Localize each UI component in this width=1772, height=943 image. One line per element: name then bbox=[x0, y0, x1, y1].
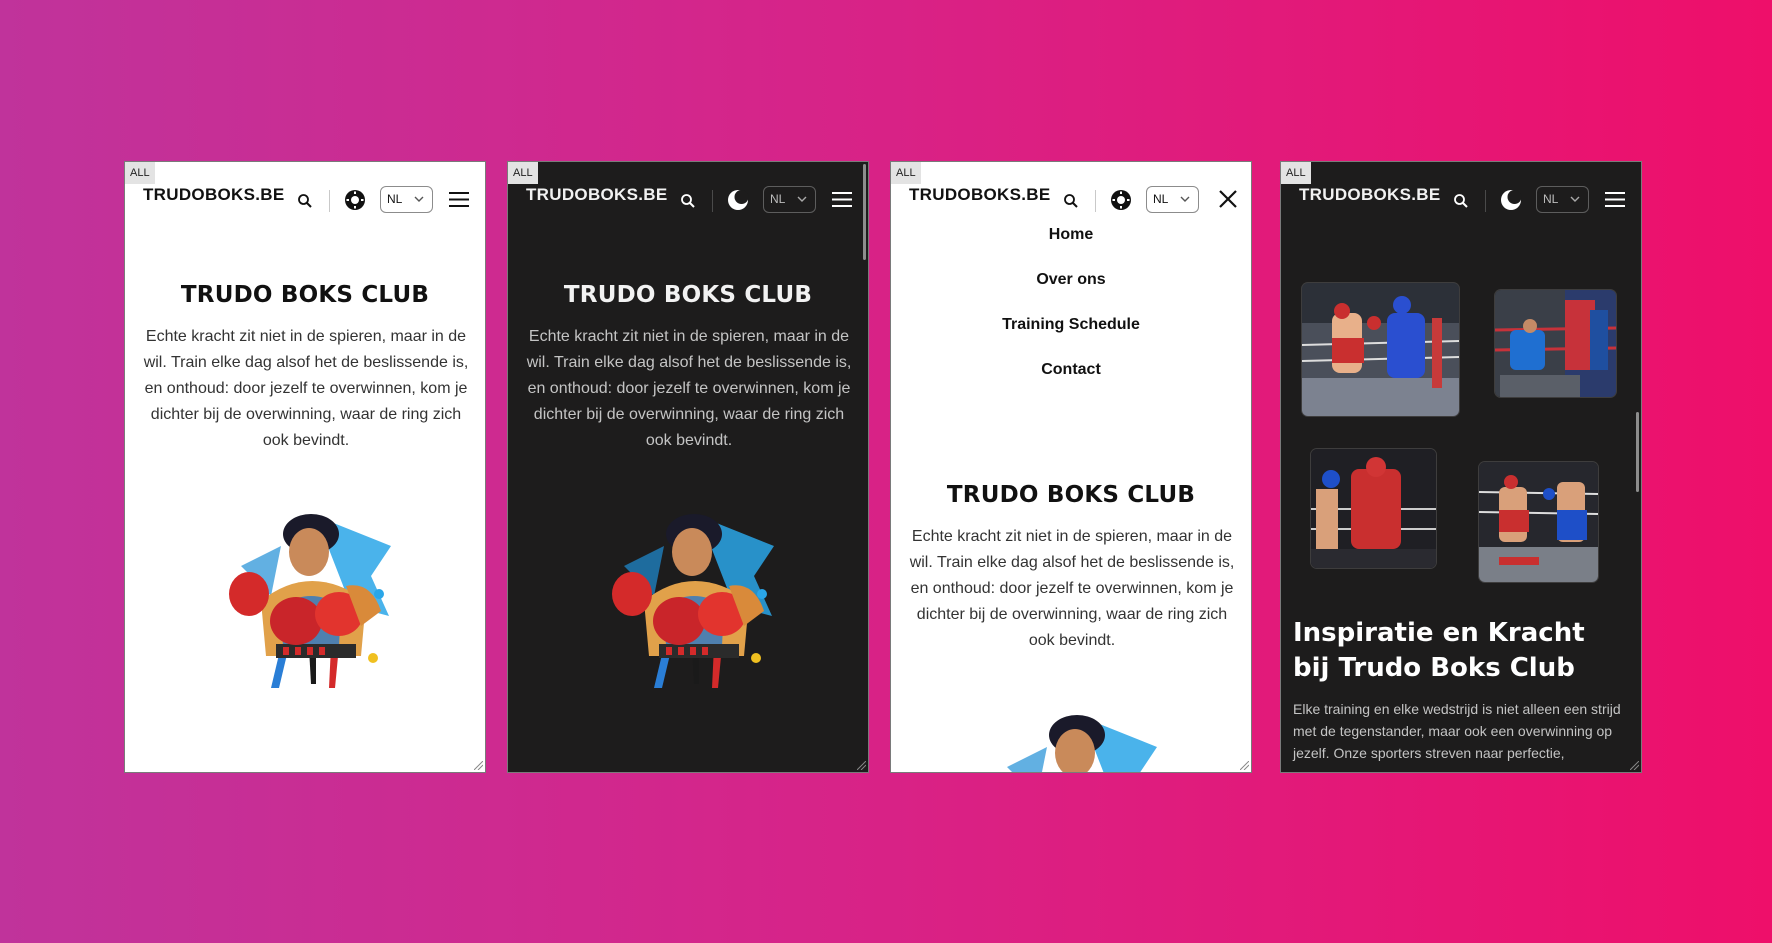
inspiration-text: Elke training en elke wedstrijd is niet … bbox=[1293, 701, 1621, 761]
preview-frame-dark: ALL TRUDOBOKS.BE NL TRUDO BOKS CLUB Echt… bbox=[507, 161, 869, 773]
hero-text: Echte kracht zit niet in de spieren, maa… bbox=[143, 328, 469, 449]
hero-title: TRUDO BOKS CLUB bbox=[563, 282, 813, 308]
preview-frame-light: ALL TRUDOBOKS.BE NL TRUDO BOKS CLUB Echt… bbox=[124, 161, 486, 773]
nav-item-training-schedule[interactable]: Training Schedule bbox=[891, 314, 1251, 359]
hero-title: TRUDO BOKS CLUB bbox=[946, 482, 1196, 508]
boxer-illustration bbox=[604, 506, 776, 688]
preview-frame-menu-open: ALL TRUDOBOKS.BE NL Home Over ons Traini… bbox=[890, 161, 1252, 773]
header-divider bbox=[1485, 190, 1486, 212]
boxer-illustration bbox=[987, 707, 1159, 773]
language-select[interactable]: NL bbox=[1146, 186, 1199, 213]
language-select[interactable]: NL bbox=[380, 186, 433, 213]
search-icon[interactable] bbox=[1453, 193, 1469, 209]
theme-toggle-icon[interactable] bbox=[727, 189, 749, 211]
brand-logo[interactable]: TRUDOBOKS.BE bbox=[526, 185, 668, 205]
hero-title: TRUDO BOKS CLUB bbox=[180, 282, 430, 308]
header-divider bbox=[329, 190, 330, 212]
search-icon[interactable] bbox=[680, 193, 696, 209]
site-header: TRUDOBOKS.BE NL bbox=[508, 162, 868, 232]
all-tag: ALL bbox=[891, 162, 921, 184]
nav-item-home[interactable]: Home bbox=[891, 224, 1251, 269]
preview-frame-gallery: ALL TRUDOBOKS.BE NL Inspiratie en Kracht… bbox=[1280, 161, 1642, 773]
hero-text: Echte kracht zit niet in de spieren, maa… bbox=[526, 328, 852, 449]
site-header: TRUDOBOKS.BE NL bbox=[891, 162, 1251, 232]
mobile-nav-menu: Home Over ons Training Schedule Contact bbox=[891, 224, 1251, 404]
language-select-value: NL bbox=[1543, 192, 1559, 206]
site-header: TRUDOBOKS.BE NL bbox=[1281, 162, 1641, 232]
all-tag: ALL bbox=[508, 162, 538, 184]
language-select[interactable]: NL bbox=[763, 186, 816, 213]
language-select-value: NL bbox=[770, 192, 786, 206]
resize-handle-icon[interactable] bbox=[857, 761, 866, 770]
resize-handle-icon[interactable] bbox=[474, 761, 483, 770]
theme-toggle-icon[interactable] bbox=[344, 189, 366, 211]
header-divider bbox=[712, 190, 713, 212]
site-header: TRUDOBOKS.BE NL bbox=[125, 162, 485, 232]
brand-logo[interactable]: TRUDOBOKS.BE bbox=[143, 185, 285, 205]
gallery-photo[interactable] bbox=[1311, 449, 1436, 568]
gallery-photo[interactable] bbox=[1495, 290, 1616, 397]
gallery-photo[interactable] bbox=[1302, 283, 1459, 416]
all-tag: ALL bbox=[1281, 162, 1311, 184]
header-divider bbox=[1095, 190, 1096, 212]
language-select[interactable]: NL bbox=[1536, 186, 1589, 213]
menu-icon[interactable] bbox=[1604, 190, 1626, 209]
scrollbar[interactable] bbox=[1636, 412, 1639, 492]
brand-logo[interactable]: TRUDOBOKS.BE bbox=[1299, 185, 1441, 205]
gallery-photo[interactable] bbox=[1479, 462, 1598, 582]
search-icon[interactable] bbox=[1063, 193, 1079, 209]
hero-text: Echte kracht zit niet in de spieren, maa… bbox=[909, 528, 1235, 649]
resize-handle-icon[interactable] bbox=[1630, 761, 1639, 770]
inspiration-title: Inspiratie en Kracht bij Trudo Boks Club bbox=[1293, 618, 1585, 683]
chevron-down-icon bbox=[414, 196, 424, 202]
chevron-down-icon bbox=[797, 196, 807, 202]
menu-icon[interactable] bbox=[831, 190, 853, 209]
chevron-down-icon bbox=[1180, 196, 1190, 202]
resize-handle-icon[interactable] bbox=[1240, 761, 1249, 770]
language-select-value: NL bbox=[1153, 192, 1169, 206]
theme-toggle-icon[interactable] bbox=[1110, 189, 1132, 211]
menu-icon[interactable] bbox=[448, 190, 470, 209]
language-select-value: NL bbox=[387, 192, 403, 206]
brand-logo[interactable]: TRUDOBOKS.BE bbox=[909, 185, 1051, 205]
all-tag: ALL bbox=[125, 162, 155, 184]
chevron-down-icon bbox=[1570, 196, 1580, 202]
search-icon[interactable] bbox=[297, 193, 313, 209]
nav-item-contact[interactable]: Contact bbox=[891, 359, 1251, 404]
close-icon[interactable] bbox=[1217, 188, 1239, 210]
boxer-illustration bbox=[221, 506, 393, 688]
theme-toggle-icon[interactable] bbox=[1500, 189, 1522, 211]
nav-item-over-ons[interactable]: Over ons bbox=[891, 269, 1251, 314]
scrollbar[interactable] bbox=[863, 164, 866, 260]
